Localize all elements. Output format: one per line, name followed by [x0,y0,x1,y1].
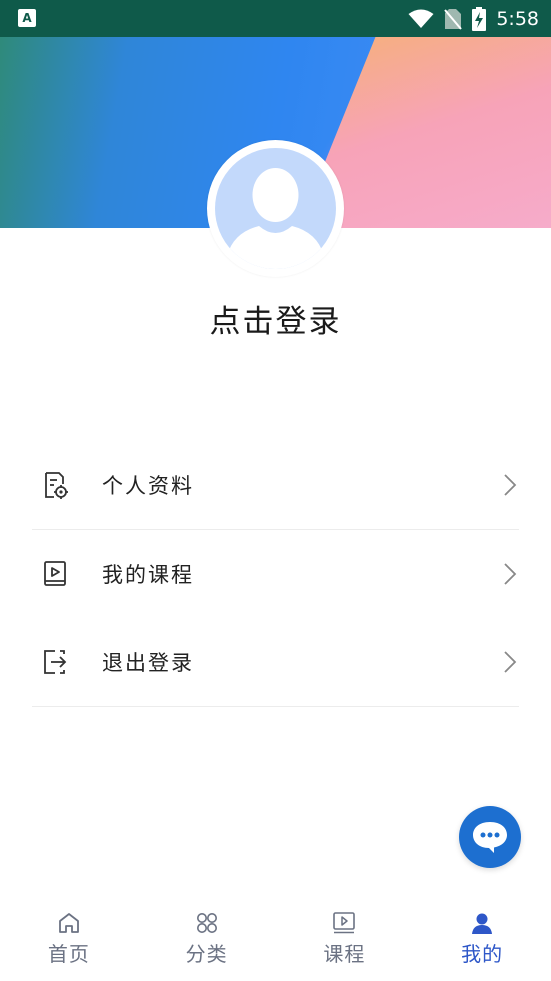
menu-item-label: 个人资料 [102,474,194,498]
status-right: 5:58 [408,0,539,37]
login-prompt[interactable]: 点击登录 [0,296,551,341]
avatar[interactable] [207,140,344,277]
battery-charging-icon [472,6,487,31]
app-icon-letter: A [22,11,32,25]
menu-item-label: 我的课程 [102,563,194,587]
profile-menu: 个人资料 我的课程 退出登录 [32,441,519,707]
tab-courses[interactable]: 课程 [276,900,414,981]
wifi-icon [408,9,434,28]
tab-label: 课程 [323,942,366,966]
no-sim-icon [444,8,463,30]
menu-item-profile[interactable]: 个人资料 [32,441,519,529]
chat-bubble-icon [473,822,507,853]
status-bar: A 5:58 [0,0,551,37]
logout-icon [40,647,70,677]
home-icon [56,910,82,936]
default-user-icon [225,168,326,269]
tab-label: 首页 [47,942,90,966]
tab-category[interactable]: 分类 [138,900,276,981]
menu-item-logout[interactable]: 退出登录 [32,618,519,706]
user-icon [469,910,495,936]
chevron-right-icon [504,474,517,496]
tab-label: 分类 [185,942,228,966]
profile-settings-icon [40,470,70,500]
tab-mine[interactable]: 我的 [413,900,551,981]
category-icon [194,910,220,936]
tab-home[interactable]: 首页 [0,900,138,981]
screen: A 5:58 点击登录 个人资料 我的课程 退出登录 首页 分类 课程 我的 [0,0,551,981]
menu-item-my-courses[interactable]: 我的课程 [32,530,519,618]
bottom-nav: 首页 分类 课程 我的 [0,900,551,981]
course-play-icon [40,559,70,589]
tab-label: 我的 [461,942,504,966]
status-time: 5:58 [496,7,539,30]
menu-item-label: 退出登录 [102,651,194,675]
chevron-right-icon [504,563,517,585]
chat-button[interactable] [459,806,521,868]
menu-divider [32,706,519,707]
avatar-placeholder [215,148,336,269]
app-notification-icon: A [18,9,36,27]
chevron-right-icon [504,651,517,673]
course-icon [331,910,357,936]
